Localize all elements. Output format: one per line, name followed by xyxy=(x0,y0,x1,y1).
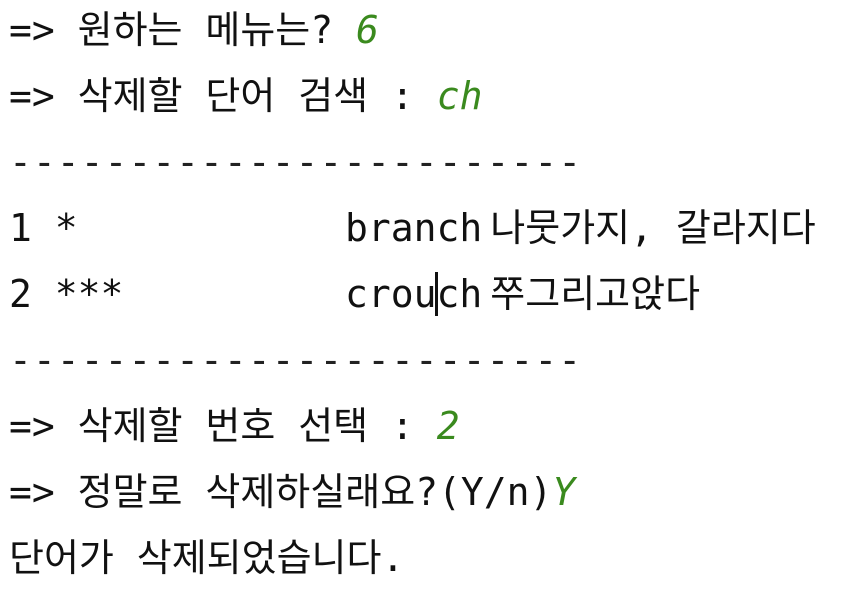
result-index: 2 xyxy=(9,272,32,316)
separator-top: ------------------------ xyxy=(9,140,583,184)
select-prompt-line: => 삭제할 번호 선택 : 2 xyxy=(9,404,460,448)
menu-prompt-text: => 원하는 메뉴는? xyxy=(9,8,357,52)
confirm-prompt-line: => 정말로 삭제하실래요?(Y/n)Y xyxy=(9,470,575,514)
result-word: branch xyxy=(345,206,483,250)
result-word-start: crou xyxy=(345,272,437,316)
search-prompt-text: => 삭제할 단어 검색 : xyxy=(9,74,437,118)
result-meaning: 쭈그리고앉다 xyxy=(490,272,701,316)
menu-prompt-line: => 원하는 메뉴는? 6 xyxy=(9,8,379,52)
result-word-end: ch xyxy=(436,272,483,316)
result-meaning: 나뭇가지, 갈라지다 xyxy=(490,206,816,250)
confirm-choice-input: Y xyxy=(552,470,576,514)
result-message: 단어가 삭제되었습니다. xyxy=(9,536,405,580)
select-prompt-text: => 삭제할 번호 선택 : xyxy=(9,404,437,448)
search-term-input: ch xyxy=(436,74,483,118)
result-word-entry: crouch 쭈그리고앉다 xyxy=(345,272,700,316)
select-choice-input: 2 xyxy=(436,404,460,448)
result-stars: *** xyxy=(54,272,124,316)
search-prompt-line: => 삭제할 단어 검색 : ch xyxy=(9,74,483,118)
result-row-2: 2 *** crouch 쭈그리고앉다 xyxy=(9,272,849,316)
confirm-prompt-text: => 정말로 삭제하실래요?(Y/n) xyxy=(9,470,553,514)
separator-bottom: ------------------------ xyxy=(9,338,583,382)
menu-choice-input: 6 xyxy=(356,8,379,52)
result-stars: * xyxy=(54,206,78,250)
result-word-entry: branch 나뭇가지, 갈라지다 xyxy=(345,206,816,250)
result-row-1: 1 * branch 나뭇가지, 갈라지다 xyxy=(9,206,849,250)
result-index: 1 xyxy=(9,206,32,250)
